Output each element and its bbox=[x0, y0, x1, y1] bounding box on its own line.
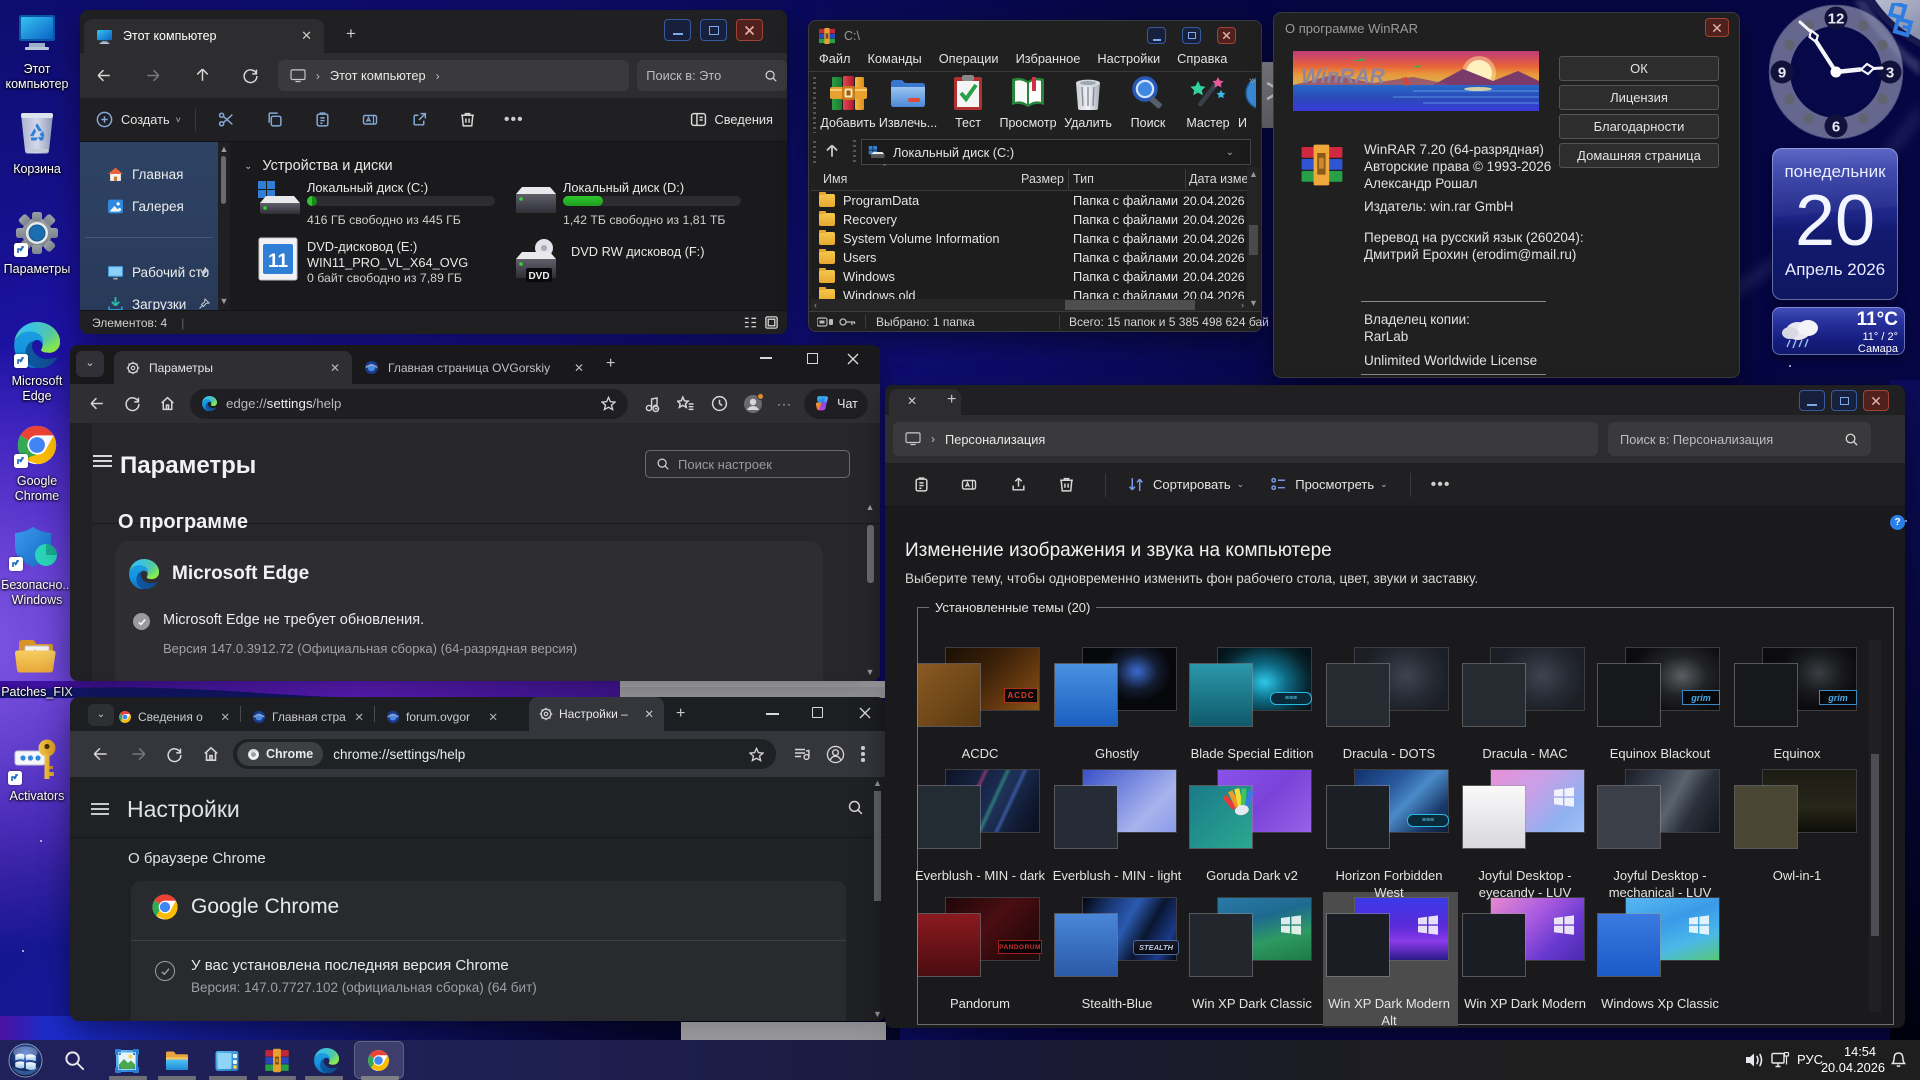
svg-text:DVD: DVD bbox=[528, 271, 549, 282]
svg-text:12: 12 bbox=[1828, 11, 1845, 28]
svg-text:WinRAR: WinRAR bbox=[1301, 65, 1386, 88]
svg-text:3: 3 bbox=[1886, 65, 1894, 82]
svg-text:9: 9 bbox=[1778, 65, 1786, 82]
svg-text:6: 6 bbox=[1832, 119, 1840, 136]
svg-text:11: 11 bbox=[268, 251, 289, 272]
